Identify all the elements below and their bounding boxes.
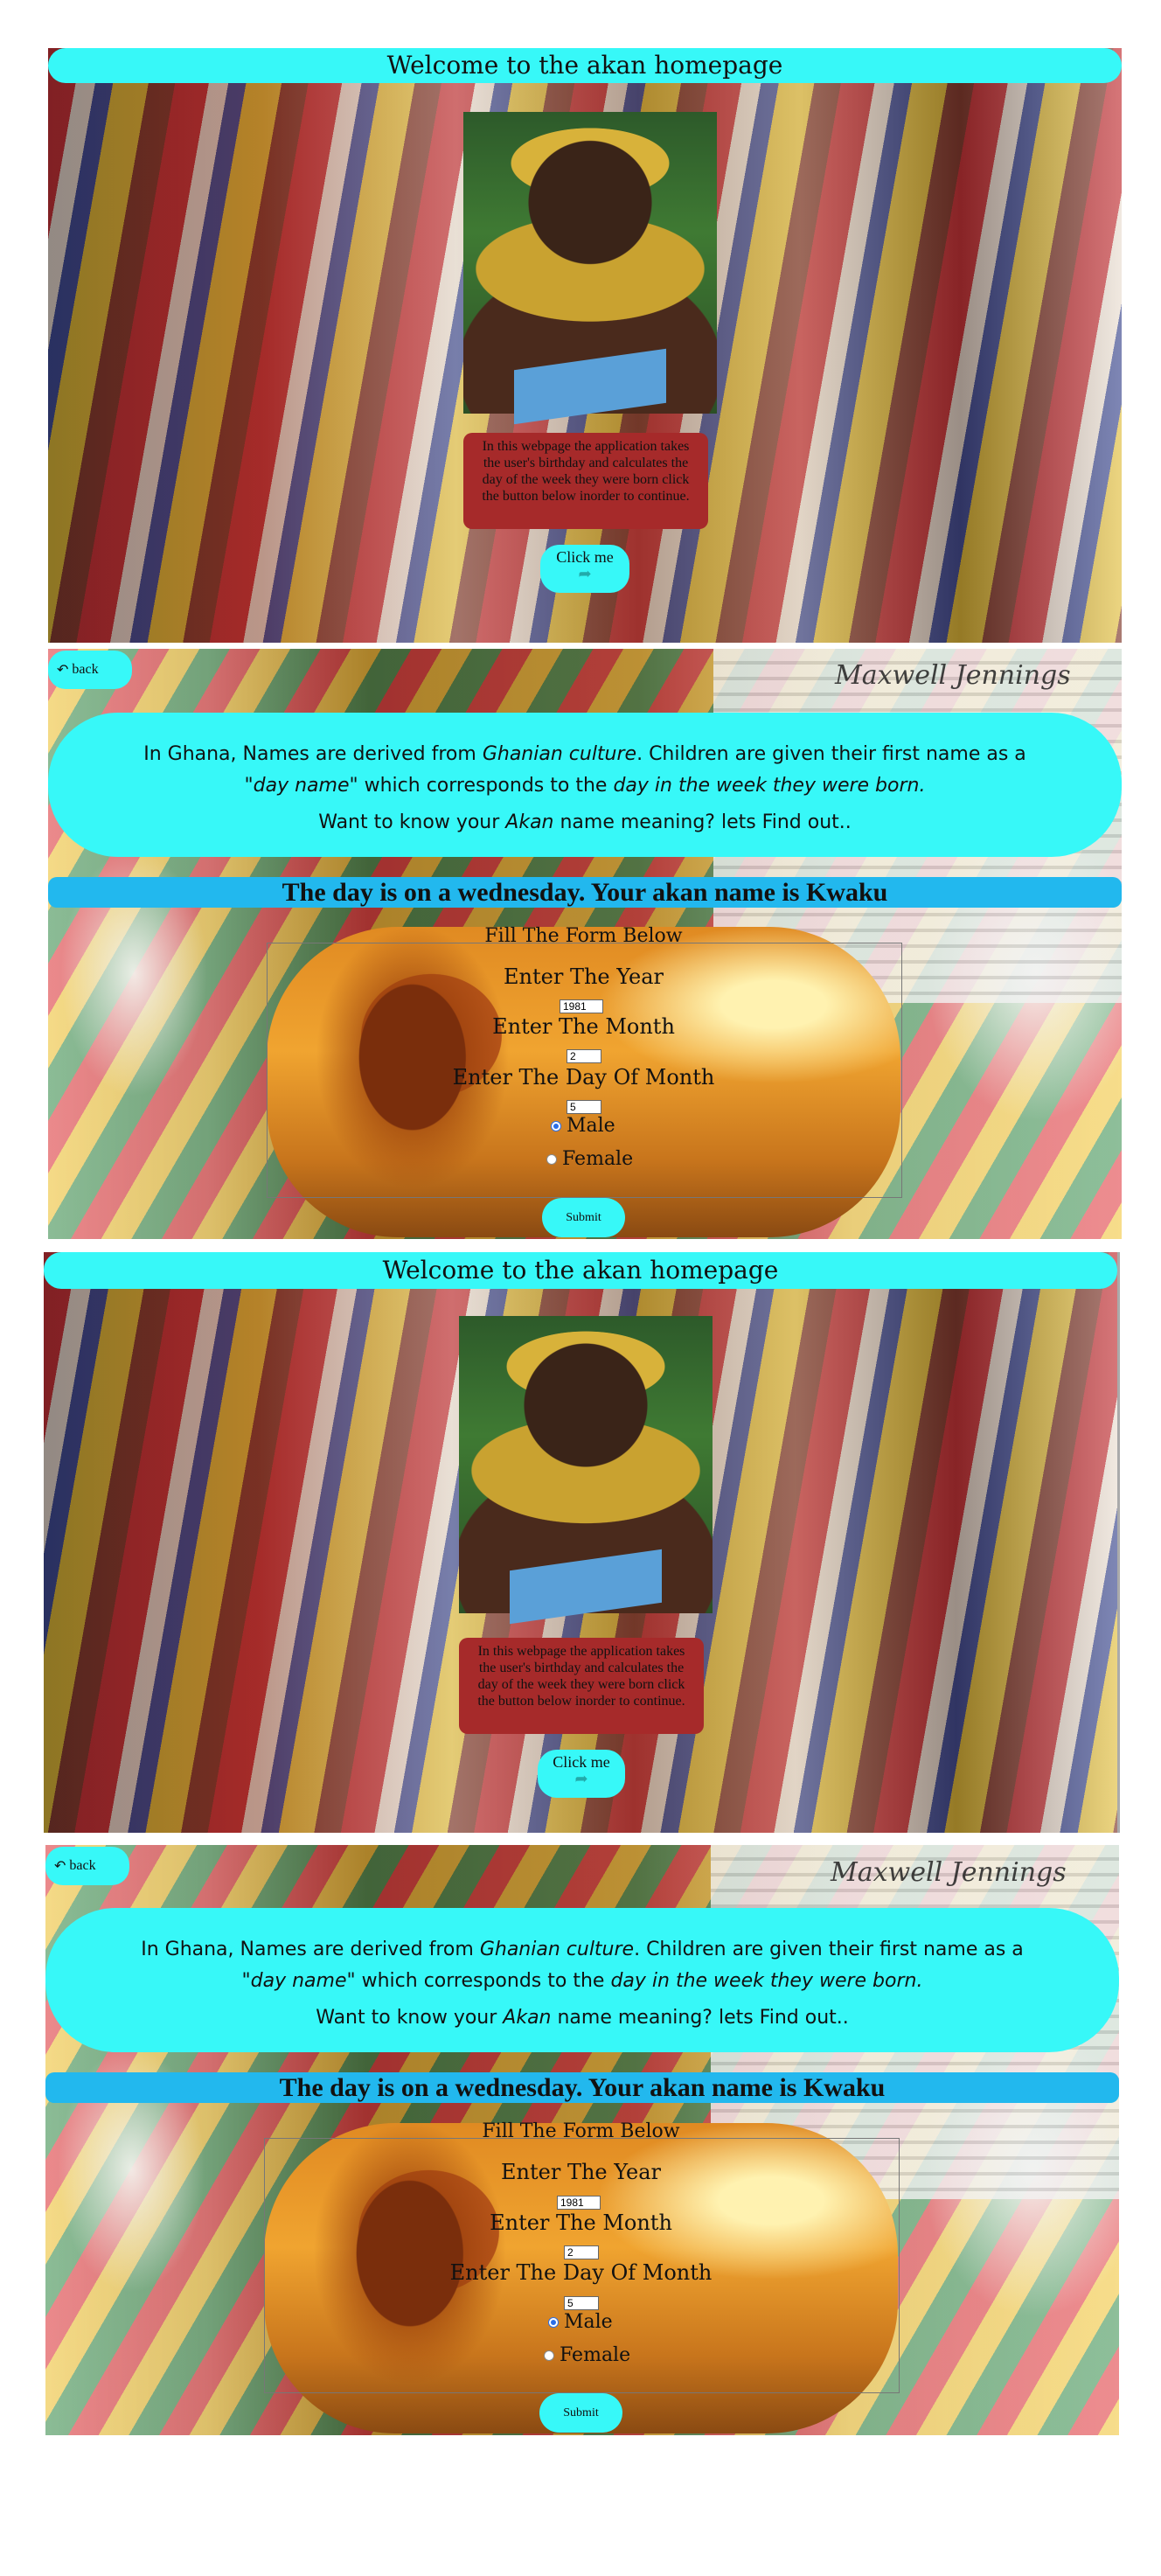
info-box: In Ghana, Names are derived from Ghanian… <box>48 713 1122 857</box>
curved-arrow-icon: ➦ <box>574 1770 588 1787</box>
year-label-2: Enter The Year <box>501 2160 661 2184</box>
hero-girl-photo-2 <box>459 1316 713 1625</box>
result-text-2: The day is on a wednesday. Your akan nam… <box>45 2072 1119 2103</box>
year-input-2[interactable] <box>557 2196 601 2210</box>
click-me-button-2[interactable]: Click me ➦ <box>538 1750 625 1798</box>
female-option[interactable]: Female <box>546 1148 633 1170</box>
info-line-3-2: Want to know your Akan name meaning? let… <box>316 2007 849 2029</box>
submit-button-2[interactable]: Submit <box>539 2393 622 2433</box>
day-label: Enter The Day Of Month <box>452 1065 715 1090</box>
month-label: Enter The Month <box>492 1014 675 1039</box>
click-me-button[interactable]: Click me ➦ <box>540 545 629 593</box>
hero-title: Welcome to the akan homepage <box>48 48 1122 83</box>
male-option[interactable]: Male <box>551 1115 615 1137</box>
hero-girl-photo <box>463 112 717 425</box>
click-me-label-2: Click me <box>553 1753 610 1771</box>
back-button[interactable]: ↶ back <box>48 651 132 689</box>
male-radio[interactable] <box>551 1120 561 1131</box>
back-label: back <box>72 662 99 677</box>
info-box-2: In Ghana, Names are derived from Ghanian… <box>45 1908 1119 2052</box>
click-me-label: Click me <box>556 548 614 566</box>
female-option-2[interactable]: Female <box>544 2344 630 2366</box>
male-label: Male <box>567 1115 615 1137</box>
info-line-3: Want to know your Akan name meaning? let… <box>318 811 852 833</box>
back-arrow-icon: ↶ <box>57 663 69 678</box>
back-button-2[interactable]: ↶ back <box>45 1847 129 1885</box>
month-input-2[interactable] <box>564 2245 599 2259</box>
day-input-2[interactable] <box>564 2296 599 2310</box>
male-option-2[interactable]: Male <box>548 2311 613 2333</box>
month-label-2: Enter The Month <box>490 2210 672 2235</box>
intro-text: In this webpage the application takes th… <box>463 433 708 529</box>
back-label-2: back <box>69 1858 96 1873</box>
scrollbar[interactable] <box>1117 1252 1120 1833</box>
male-radio-2[interactable] <box>548 2316 559 2328</box>
form-title: Fill The Form Below <box>484 925 683 947</box>
result-text: The day is on a wednesday. Your akan nam… <box>48 877 1122 908</box>
day-input[interactable] <box>567 1100 601 1114</box>
back-arrow-icon: ↶ <box>54 1859 66 1874</box>
submit-button[interactable]: Submit <box>542 1198 625 1237</box>
day-label-2: Enter The Day Of Month <box>449 2260 713 2285</box>
year-label: Enter The Year <box>504 964 664 989</box>
info-line-1-2: In Ghana, Names are derived from Ghanian… <box>141 1939 1024 1992</box>
hero-title-2: Welcome to the akan homepage <box>44 1252 1117 1289</box>
signature-watermark-2: Maxwell Jennings <box>831 1857 1067 1888</box>
female-label: Female <box>562 1148 634 1170</box>
form-title-2: Fill The Form Below <box>482 2120 680 2142</box>
sash-decoration <box>514 348 666 425</box>
curved-arrow-icon: ➦ <box>578 565 592 582</box>
month-input[interactable] <box>567 1049 601 1063</box>
female-radio-2[interactable] <box>544 2350 554 2361</box>
sash-decoration-2 <box>510 1549 662 1625</box>
year-input[interactable] <box>560 999 603 1013</box>
signature-watermark: Maxwell Jennings <box>835 660 1071 691</box>
info-line-1: In Ghana, Names are derived from Ghanian… <box>143 743 1026 797</box>
female-label-2: Female <box>560 2344 631 2366</box>
female-radio[interactable] <box>546 1153 557 1165</box>
male-label-2: Male <box>564 2311 613 2333</box>
intro-text-2: In this webpage the application takes th… <box>459 1638 704 1734</box>
